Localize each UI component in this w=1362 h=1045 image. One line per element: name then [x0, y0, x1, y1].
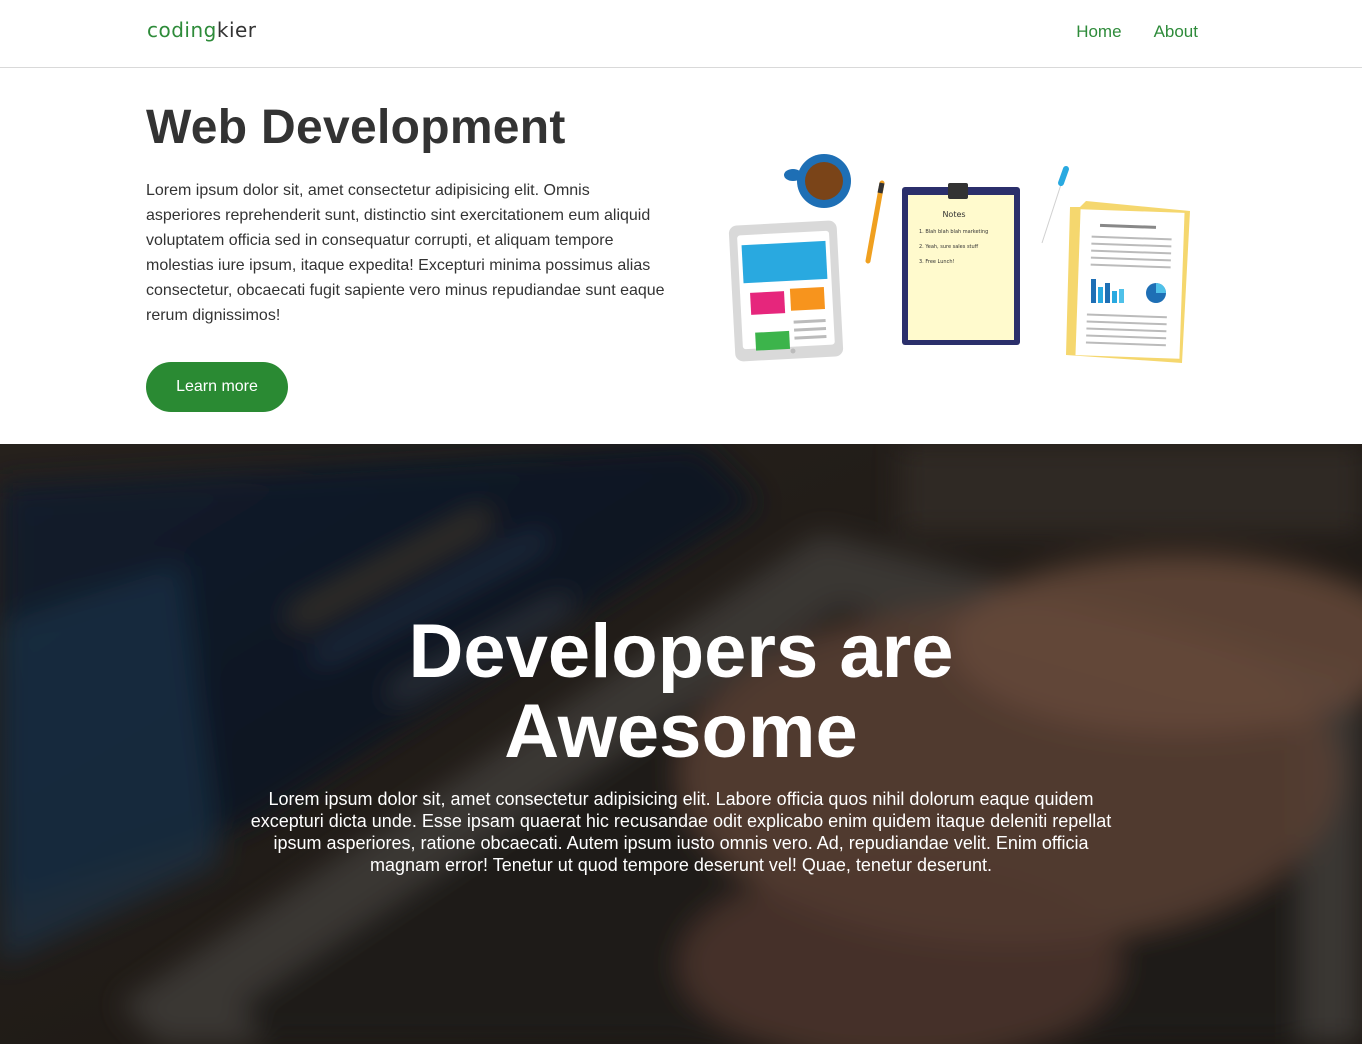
logo[interactable]: codingkier — [147, 18, 257, 42]
pencil-icon — [865, 180, 885, 264]
logo-text-coding: coding — [147, 18, 217, 42]
tablet-icon — [728, 220, 844, 362]
notes-item-2: 2. Yeah, sure sales stuff — [919, 244, 979, 250]
pen-icon — [1039, 166, 1069, 246]
document-folder-icon — [1066, 201, 1190, 363]
notes-item-1: 1. Blah blah blah marketing — [919, 229, 988, 235]
banner-title-line-1: Developers are — [408, 609, 954, 694]
notes-title: Notes — [942, 210, 965, 219]
main-nav: Home About — [1076, 22, 1198, 42]
desk-illustration: Notes 1. Blah blah blah marketing 2. Yea… — [728, 154, 1190, 363]
banner-description: Lorem ipsum dolor sit, amet consectetur … — [250, 789, 1112, 875]
nav-link-home[interactable]: Home — [1076, 22, 1121, 42]
hero-description: Lorem ipsum dolor sit, amet consectetur … — [146, 182, 665, 324]
banner-title: Developers are Awesome — [0, 612, 1362, 772]
nav-link-about[interactable]: About — [1154, 22, 1198, 42]
notes-item-3: 3. Free Lunch! — [919, 259, 955, 265]
clipboard-icon: Notes 1. Blah blah blah marketing 2. Yea… — [902, 183, 1020, 345]
coffee-cup-icon — [784, 154, 851, 208]
banner-title-line-2: Awesome — [504, 689, 858, 774]
logo-text-kier: kier — [216, 18, 257, 42]
developers-banner: Developers are Awesome Lorem ipsum dolor… — [0, 444, 1362, 1044]
hero-title: Web Development — [146, 101, 566, 154]
site-header: codingkier Home About — [0, 0, 1362, 68]
learn-more-button[interactable]: Learn more — [146, 362, 288, 412]
